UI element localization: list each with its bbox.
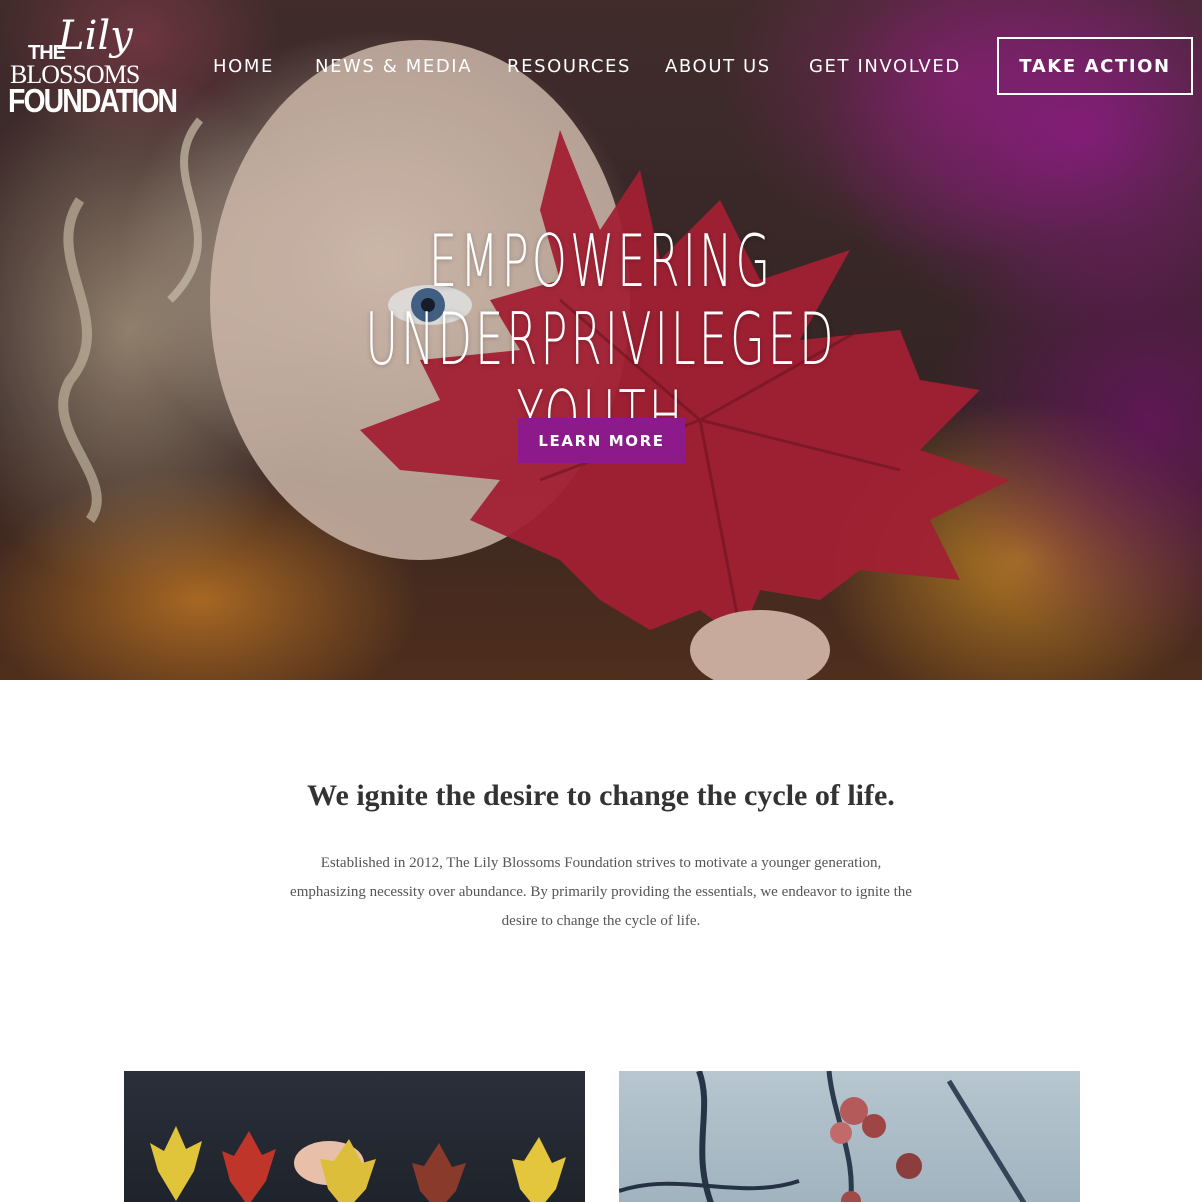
site-logo[interactable]: Lily THE BLOSSOMS FOUNDATION xyxy=(8,13,178,118)
nav-item-home[interactable]: HOME xyxy=(213,52,274,82)
autumn-leaves-image xyxy=(150,1126,566,1202)
take-action-button[interactable]: TAKE ACTION xyxy=(997,37,1193,95)
learn-more-button[interactable]: LEARN MORE xyxy=(518,418,685,463)
intro-paragraph: Established in 2012, The Lily Blossoms F… xyxy=(290,855,912,929)
nav-item-about-us[interactable]: ABOUT US xyxy=(665,52,771,82)
photo-tile-cherry-blossoms[interactable] xyxy=(619,1071,1080,1202)
photo-tile-autumn-leaves[interactable] xyxy=(124,1071,585,1202)
hero-section: Lily THE BLOSSOMS FOUNDATION HOME NEWS &… xyxy=(0,0,1202,680)
nav-item-resources[interactable]: RESOURCES xyxy=(507,52,631,82)
logo-lily-text: Lily xyxy=(58,13,133,59)
logo-foundation-text: FOUNDATION xyxy=(8,82,178,119)
nav-item-get-involved[interactable]: GET INVOLVED xyxy=(809,52,961,82)
tagline-heading: We ignite the desire to change the cycle… xyxy=(307,779,895,812)
nav-item-news-media[interactable]: NEWS & MEDIA xyxy=(315,52,472,82)
cherry-blossoms-image xyxy=(619,1071,1027,1202)
